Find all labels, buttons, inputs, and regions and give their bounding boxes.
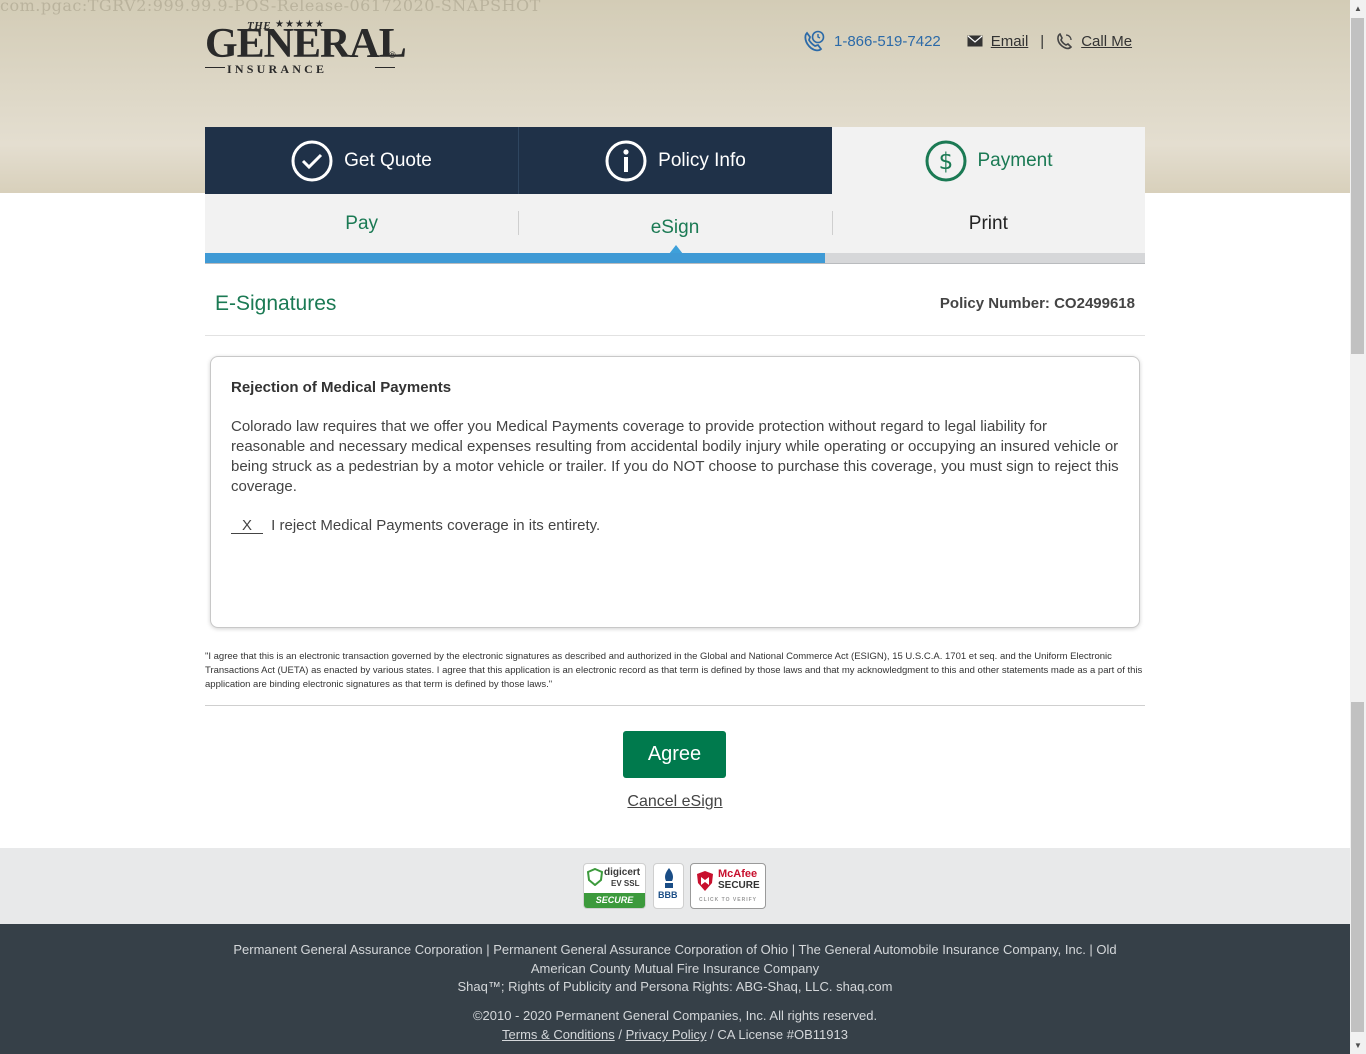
envelope-icon [967,35,983,47]
bbb-badge[interactable]: BBB [653,863,684,909]
build-string: com.pgac:TGRV2:999.99.9-POS-Release-0617… [0,0,541,15]
logo-insurance: INSURANCE [227,62,328,76]
progress-bar [205,253,1145,264]
bbb-torch-icon [665,868,673,888]
footer-shaq: Shaq™; Rights of Publicity and Persona R… [457,979,893,994]
section-header: E-Signatures Policy Number: CO2499618 [205,286,1145,336]
info-circle-icon [605,140,647,181]
step-policy-info[interactable]: Policy Info [518,127,832,194]
cancel-esign-link[interactable]: Cancel eSign [0,793,1350,811]
contact-bar: 1-866-519-7422 Email | Call Me [802,30,1132,52]
mcafee-shield-icon [697,871,713,891]
dollar-circle-icon: $ [925,140,966,181]
footer-slash: / [618,1027,622,1042]
footer: Permanent General Assurance Corporation … [0,924,1350,1054]
mcafee-name: McAfee [718,868,758,880]
progress-fill [205,253,826,263]
digicert-name: digicert [604,867,641,878]
check-circle-icon [291,140,333,181]
mcafee-verify: CLICK TO VERIFY [699,897,757,903]
step-payment[interactable]: $ Payment [832,127,1145,194]
phone-number[interactable]: 1-866-519-7422 [834,33,941,50]
step-get-quote[interactable]: Get Quote [205,127,518,194]
mcafee-badge[interactable]: McAfee SECURE CLICK TO VERIFY [690,863,766,909]
call-me-link[interactable]: Call Me [1081,33,1132,50]
phone-clock-icon [802,30,826,52]
digicert-badge[interactable]: digicert EV SSL SECURE [583,863,646,909]
substep-print[interactable]: Print [831,194,1145,254]
policy-number: Policy Number: CO2499618 [939,295,1135,312]
step-label: Get Quote [344,149,432,171]
logo-registered: ® [389,50,396,60]
reject-text: I reject Medical Payments coverage in it… [271,517,601,534]
privacy-link[interactable]: Privacy Policy [626,1027,707,1042]
footer-copyright: ©2010 - 2020 Permanent General Companies… [472,1008,878,1023]
trust-badges: digicert EV SSL SECURE BBB McAfee SECURE… [0,848,1350,924]
step-label: Policy Info [658,149,746,171]
email-link[interactable]: Email [991,33,1029,50]
logo-general: GENERAL [205,21,407,67]
document-body: Colorado law requires that we offer you … [231,418,1119,495]
scroll-down-arrow[interactable]: ▼ [1350,1037,1366,1054]
divider [205,705,1145,706]
reject-mark: X [231,518,263,534]
svg-text:$: $ [938,149,953,175]
reject-line: X I reject Medical Payments coverage in … [231,517,1119,534]
logo-rule-right [375,67,395,68]
call-me-phone-icon [1056,32,1073,50]
scrollbar-thumb-lower[interactable] [1351,702,1364,1032]
mcafee-secure: SECURE [718,880,760,891]
esign-agreement-text: "I agree that this is an electronic tran… [205,651,1143,690]
substep-pay[interactable]: Pay [205,194,518,254]
page-title: E-Signatures [215,292,337,315]
digicert-secure: SECURE [584,893,645,908]
step-label: Payment [977,149,1053,171]
bbb-label: BBB [658,890,678,900]
the-general-logo[interactable]: THE ★★★★★ GENERAL ® INSURANCE [205,19,407,76]
scrollbar-thumb[interactable] [1351,18,1364,354]
checkout-steps: Get Quote Policy Info $ Payment [205,127,1145,194]
scroll-up-arrow[interactable]: ▲ [1350,0,1366,17]
terms-link[interactable]: Terms & Conditions [502,1027,615,1042]
footer-companies: Permanent General Assurance Corporation … [233,942,1117,976]
logo-rule-left [205,67,225,68]
document-title: Rejection of Medical Payments [231,379,452,396]
ca-license: / CA License #OB11913 [710,1027,848,1042]
footer-links: Terms & Conditions / Privacy Policy / CA… [0,1027,1350,1042]
esign-document[interactable]: Rejection of Medical Payments Colorado l… [210,356,1140,628]
agree-button[interactable]: Agree [623,731,726,778]
header-separator: | [1040,32,1045,50]
digicert-seal-icon [587,868,603,886]
digicert-ev: EV SSL [611,879,640,888]
